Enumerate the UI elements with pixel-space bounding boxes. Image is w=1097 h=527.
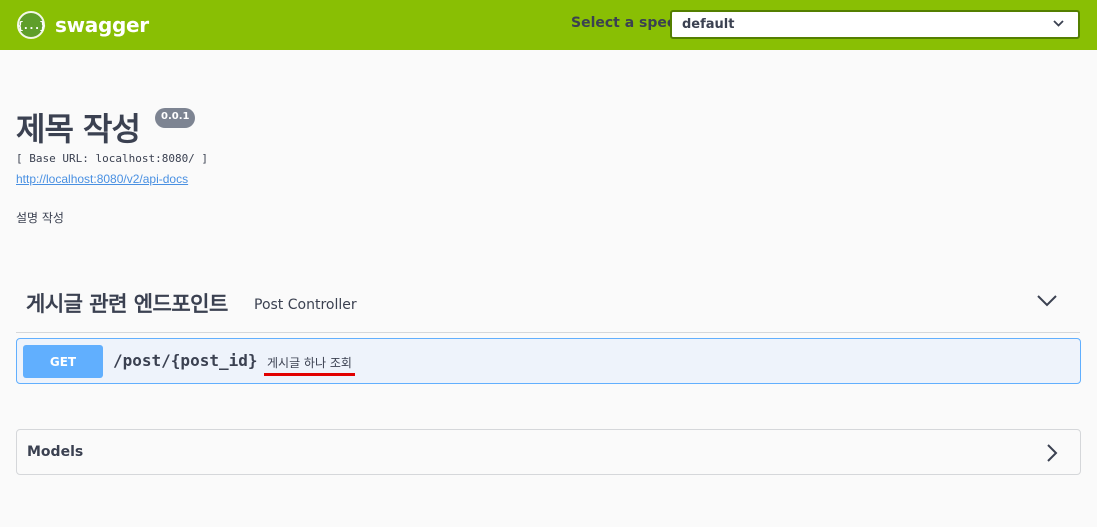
api-docs-link[interactable]: http://localhost:8080/v2/api-docs [16,172,188,186]
models-section[interactable]: Models [16,429,1081,475]
tag-section-header[interactable]: 게시글 관련 엔드포인트 Post Controller [16,282,1080,333]
select-spec-label: Select a spec [571,15,676,31]
api-description: 설명 작성 [16,211,64,225]
operation-path: /post/{post_id} [113,351,258,370]
operation-get-post[interactable]: GET /post/{post_id} 게시글 하나 조회 [16,338,1081,384]
brand-name: swagger [55,13,149,37]
chevron-down-icon [1053,17,1064,30]
base-url: [ Base URL: localhost:8080/ ] [16,152,209,165]
swagger-logo-icon: {...} [17,11,46,39]
api-title: 제목 작성 [16,110,141,148]
models-title: Models [27,444,84,460]
spec-select[interactable]: default [670,10,1080,39]
tag-name: 게시글 관련 엔드포인트 [26,292,228,316]
spec-select-value: default [682,17,735,32]
chevron-down-icon[interactable] [1036,294,1058,308]
method-badge: GET [23,345,103,378]
version-badge: 0.0.1 [155,108,196,128]
chevron-right-icon[interactable] [1046,443,1058,463]
swagger-logo[interactable]: {...} swagger [17,11,149,39]
red-underline-annotation [264,373,355,376]
tag-description: Post Controller [254,297,357,313]
operation-summary: 게시글 하나 조회 [267,356,352,370]
topbar: {...} swagger Select a spec default [0,0,1097,50]
